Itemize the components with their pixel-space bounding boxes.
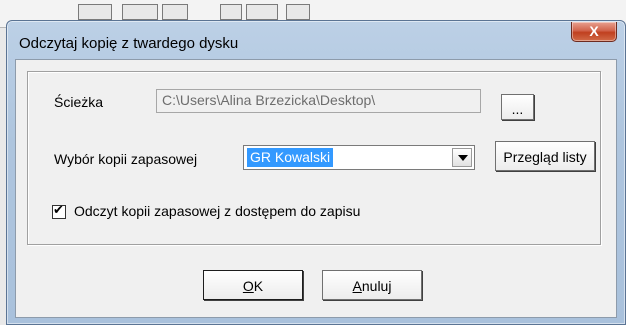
ok-button[interactable]: OK [203, 270, 303, 300]
write-access-label[interactable]: Odczyt kopii zapasowej z dostępem do zap… [74, 203, 360, 219]
cancel-button[interactable]: Anuluj [322, 270, 422, 300]
cancel-label-rest: nuluj [361, 278, 392, 294]
preview-list-button[interactable]: Przegląd listy [495, 141, 595, 171]
title-bar[interactable]: Odczytaj kopię z twardego dysku X [7, 21, 625, 52]
browse-button[interactable]: ... [501, 94, 534, 120]
toolbar-icon [220, 4, 242, 20]
dialog-title: Odczytaj kopię z twardego dysku [19, 35, 239, 52]
toolbar-icon [286, 4, 310, 20]
close-button[interactable]: X [571, 22, 617, 42]
cancel-mnemonic: A [352, 278, 362, 294]
backup-selection-label: Wybór kopii zapasowej [54, 151, 198, 167]
dropdown-arrow-icon[interactable] [452, 148, 472, 167]
path-field[interactable]: C:\Users\Alina Brzezicka\Desktop\ [156, 89, 481, 113]
toolbar-icon [162, 4, 188, 20]
toolbar-icon [246, 4, 278, 20]
toolbar-icon [78, 4, 112, 20]
toolbar-icon [122, 4, 158, 20]
ok-label-rest: K [253, 278, 264, 294]
backup-select-value: GR Kowalski [247, 148, 334, 167]
dialog-content: Ścieżka C:\Users\Alina Brzezicka\Desktop… [15, 59, 617, 318]
restore-backup-dialog: Odczytaj kopię z twardego dysku X Ścieżk… [6, 20, 626, 325]
path-label: Ścieżka [54, 94, 104, 110]
ok-mnemonic: O [242, 278, 254, 294]
write-access-checkbox[interactable]: ✔ [52, 203, 66, 219]
close-icon: X [589, 23, 599, 39]
options-group: Ścieżka C:\Users\Alina Brzezicka\Desktop… [27, 71, 601, 245]
backup-select[interactable]: GR Kowalski [243, 145, 475, 170]
checkmark-icon: ✔ [53, 203, 64, 218]
